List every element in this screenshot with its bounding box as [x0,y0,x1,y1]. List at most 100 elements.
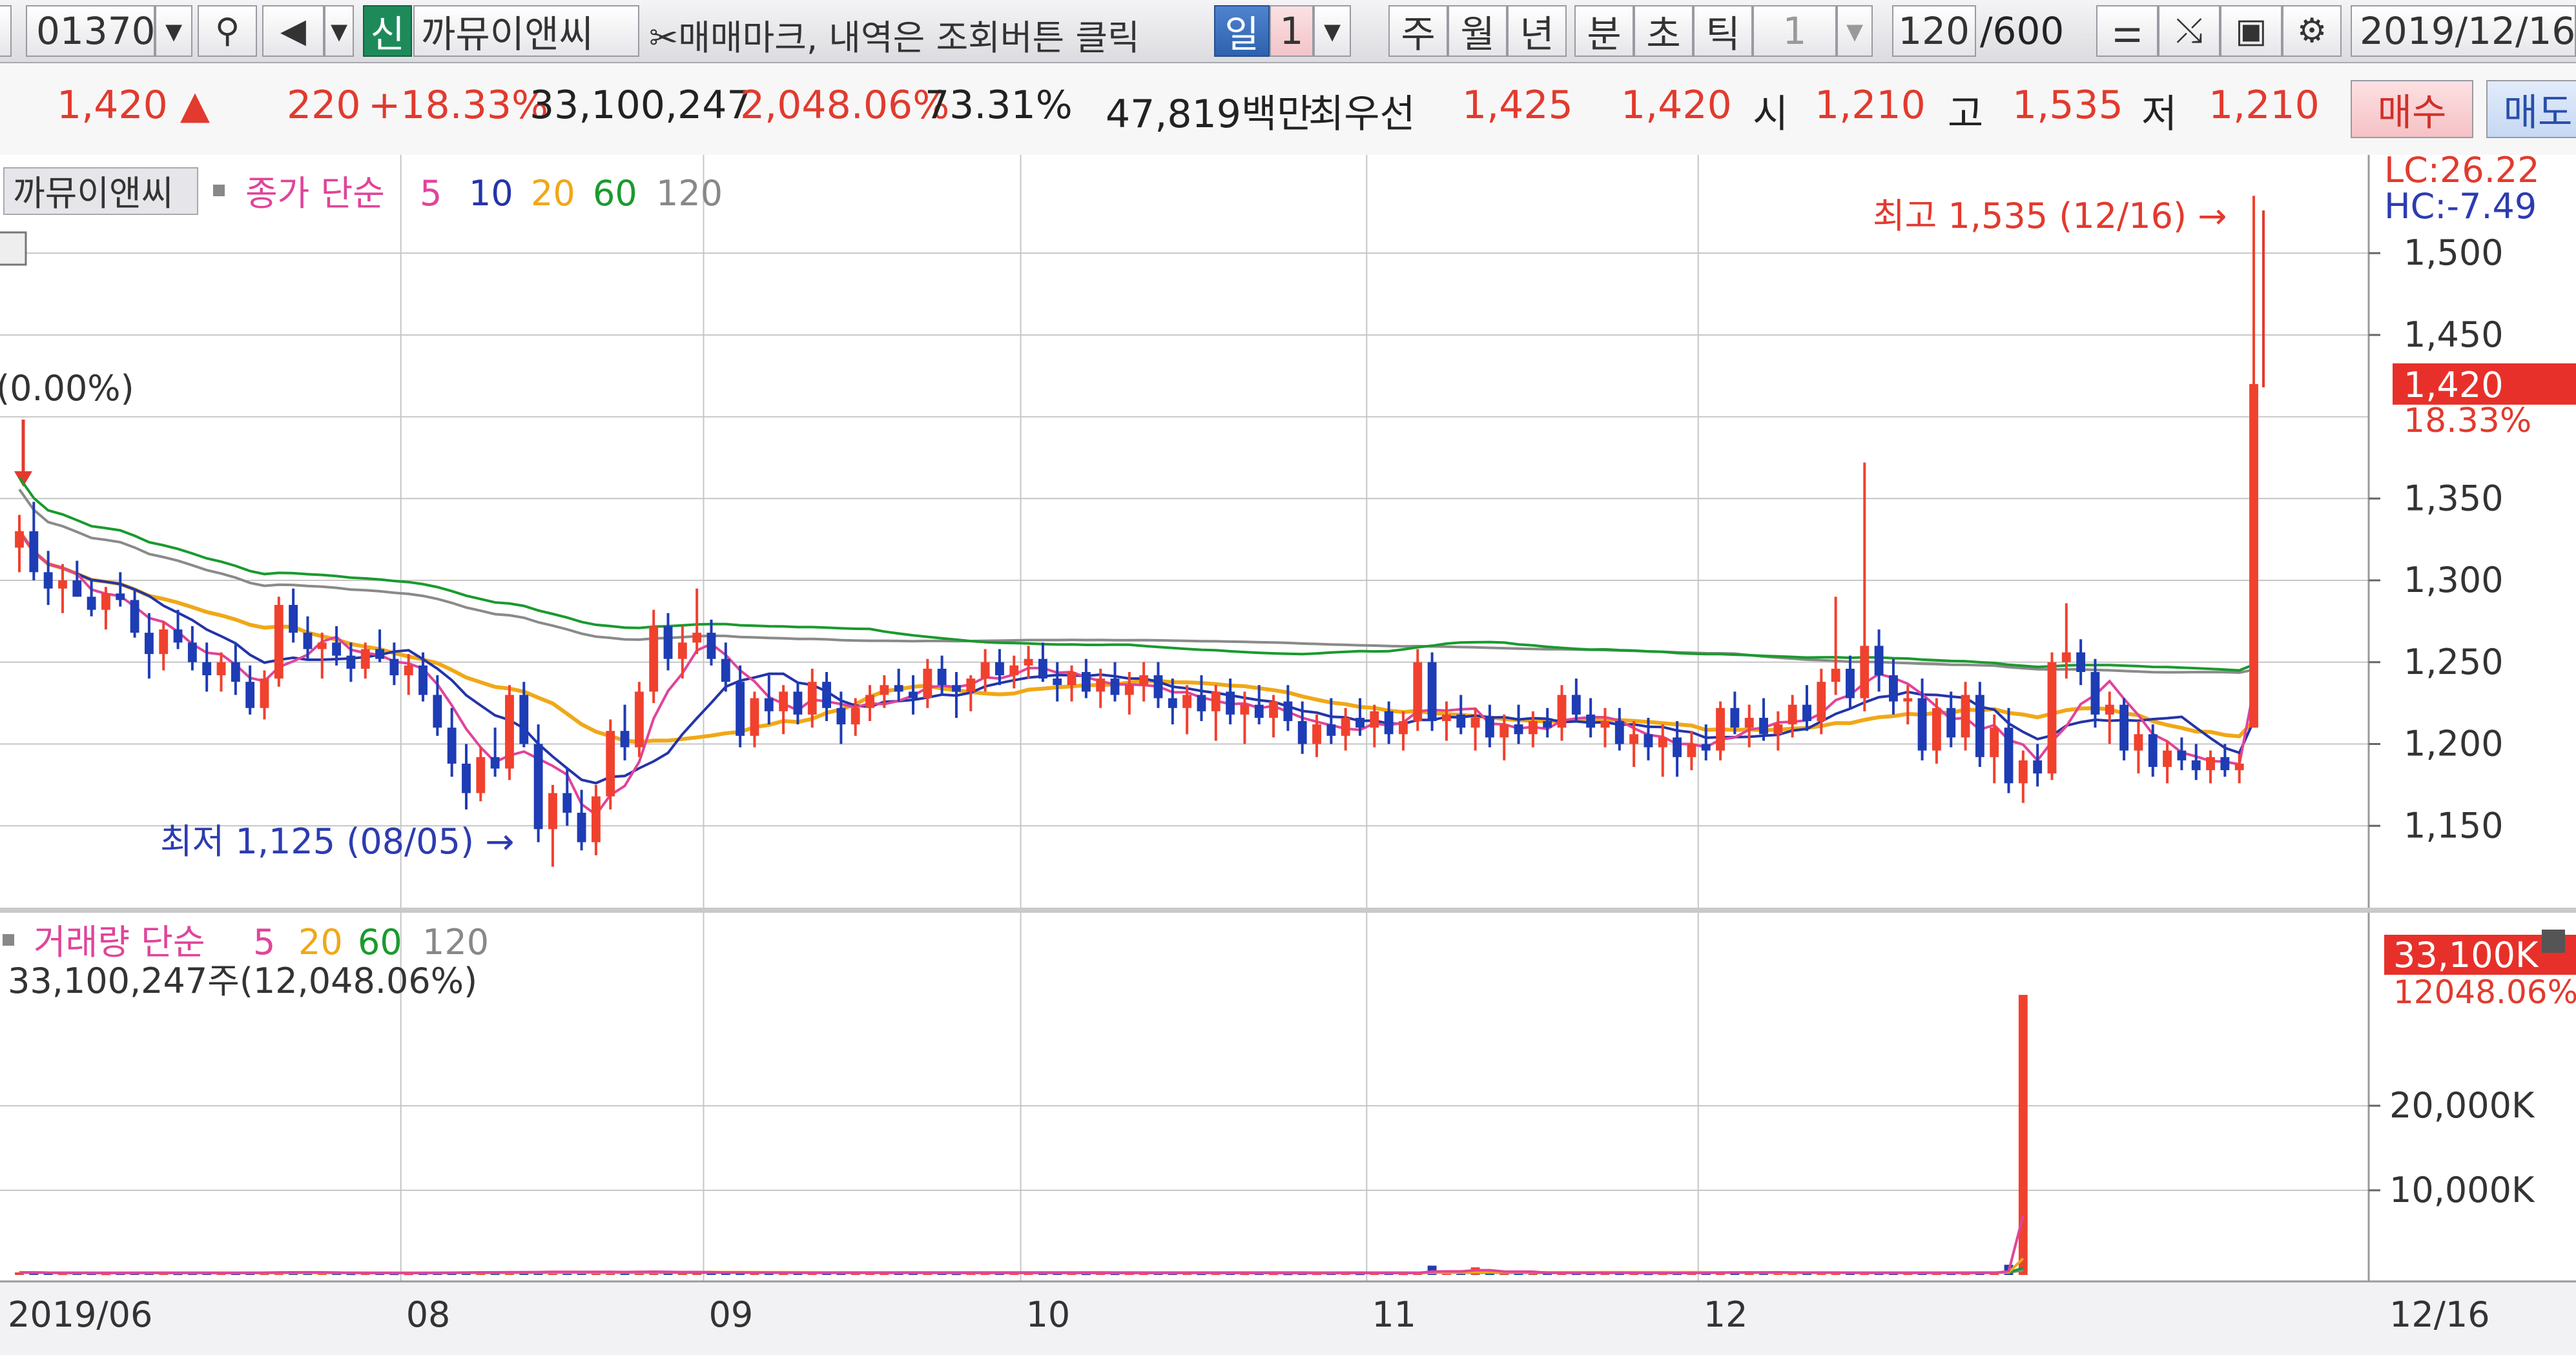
stock-name: 까뮤이앤씨 [421,12,593,56]
low-annotation: 최저 1,125 (08/05) → [160,821,514,862]
price-tick-label: 1,450 [2404,314,2504,355]
chevron-down-icon: ▾ [330,12,348,50]
chevron-down-icon: ▾ [1323,12,1341,50]
price-change-pct: +18.33% [368,83,549,128]
stock-code-input[interactable]: 013700 [26,5,179,57]
period-tick-button[interactable]: 틱 [1693,5,1753,57]
sell-button[interactable]: 매도 [2486,80,2576,138]
high-annotation: 최고 1,535 (12/16) → [1873,196,2227,236]
code-dropdown-button[interactable]: ▾ [155,5,192,57]
candle-down [462,763,471,793]
candle-down [995,662,1004,676]
date-input[interactable]: 2019/12/16 [2351,5,2576,57]
display-count-input[interactable]: 120 [1892,5,1976,57]
candle-down [1355,717,1365,728]
price-ma-label-10: 10 [469,173,513,214]
speaker-button[interactable]: ◀ [262,5,324,57]
candle-down [1053,678,1062,686]
candle-up [1961,695,1970,738]
candle-down [433,695,442,728]
left-marker-label: (0.00%) [0,368,134,409]
candle-down [1456,714,1466,728]
grid-table-icon[interactable] [0,231,27,266]
candle-up [1139,675,1149,686]
stock-chart[interactable]: 까뮤이앤씨 종가 단순 5 10 20 60 120 (0.00%) 최고 1,… [0,155,2576,1355]
search-button[interactable]: ⚲ [198,5,257,57]
speaker-dropdown-button[interactable]: ▾ [324,5,354,57]
candle-down [1081,671,1091,692]
volume-ratio: 2,048.06% [740,83,950,128]
period-dropdown-button[interactable]: ▾ [1314,5,1351,57]
candle-down [721,658,730,682]
candle-down [1846,668,1855,698]
candle-up [634,691,644,748]
candle-up [1413,662,1423,722]
best-quote-label: 최우선 [1308,92,1416,137]
current-price: 1,420 ▲ [57,83,211,128]
indicator-add-button[interactable]: ⤯ [2158,5,2220,57]
price-tick-label: 1,150 [2404,805,2504,846]
candle-up [2134,734,2143,751]
panel-divider[interactable] [0,908,2576,913]
candle-up [750,698,759,736]
buy-button[interactable]: 매수 [2351,80,2473,138]
period-minute-button[interactable]: 분 [1574,5,1634,57]
candle-down [1759,717,1768,735]
period-month-button[interactable]: 월 [1448,5,1507,57]
price-tick-label: 1,500 [2404,232,2504,273]
search-icon: ⚲ [214,12,240,50]
candle-down [952,685,961,692]
period-day-button[interactable]: 일 [1214,5,1270,57]
trade-mark-hint[interactable]: ✂매매마크, 내역은 조회버튼 클릭 [649,9,1140,60]
candle-up [1211,691,1221,711]
candle-down [562,793,572,813]
candle-down [1427,662,1437,722]
legend-toggle-icon[interactable] [213,185,225,196]
chevron-down-icon: ▾ [1846,12,1864,50]
candle-down [894,685,903,692]
period-second-button[interactable]: 초 [1634,5,1693,57]
high-price: 1,535 [2012,83,2123,128]
volume-legend-toggle-icon[interactable] [3,934,14,946]
toolbar-left-edge[interactable] [0,5,12,57]
candle-down [202,662,212,676]
volume-close-icon[interactable] [2542,930,2565,953]
candle-down [1586,714,1596,728]
x-tick-label: 11 [1372,1294,1416,1335]
candle-down [937,668,947,686]
candle-down [793,691,803,715]
candle-down [346,655,356,669]
candle-down [1571,695,1581,715]
candle-down [418,665,428,695]
period-week-button[interactable]: 주 [1388,5,1448,57]
candle-up [850,708,860,725]
display-count-total: /600 [1980,9,2065,53]
candle-down [1514,724,1523,735]
settings-button[interactable]: ⚙ [2282,5,2342,57]
tick-count-input[interactable]: 1 [1753,5,1837,57]
candle-down [29,531,39,573]
candle-down [173,629,183,643]
candle-up [2061,652,2071,662]
candle-down [1917,698,1927,751]
candle-down [706,633,716,659]
candle-up [692,633,702,643]
candle-up [591,796,601,842]
candle-down [1543,721,1552,728]
period-day-count[interactable]: 1 [1270,5,1314,57]
save-button[interactable]: ▣ [2220,5,2282,57]
candle-down [43,572,53,589]
toolbar: 013700 ▾ ⚲ ◀ ▾ 신 까뮤이앤씨 ✂매매마크, 내역은 조회버튼 클… [0,0,2576,63]
candle-up [1499,724,1509,738]
candle-type-button[interactable]: ⚌ [2096,5,2158,57]
candle-up [2234,763,2244,771]
stock-name-field[interactable]: 까뮤이앤씨 [413,5,639,57]
tick-count-dropdown[interactable]: ▾ [1837,5,1873,57]
price-tick-label: 1,350 [2404,478,2504,518]
candle-down [1254,704,1264,718]
candle-down [2076,652,2086,672]
candle-down [2191,760,2201,771]
price-ma-label-20: 20 [531,173,575,214]
period-year-button[interactable]: 년 [1507,5,1567,57]
candle-up [1124,685,1134,695]
